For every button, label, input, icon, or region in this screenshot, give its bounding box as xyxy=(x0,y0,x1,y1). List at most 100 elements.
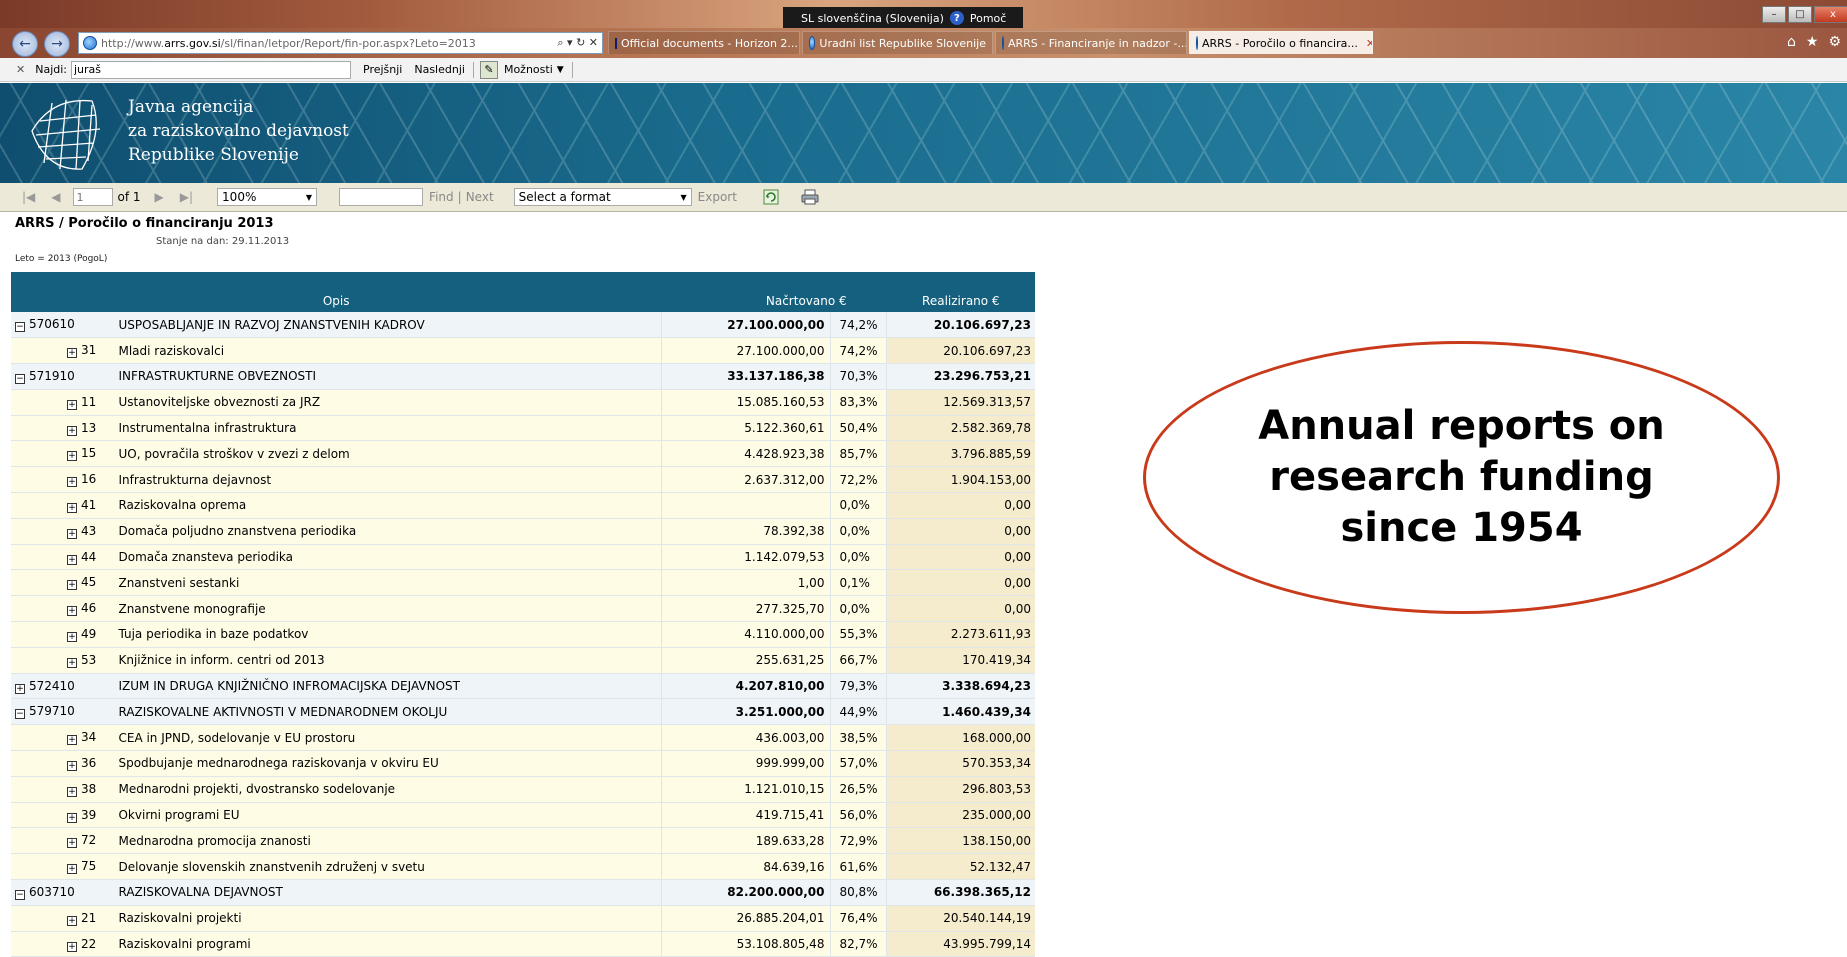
favorites-star-icon[interactable]: ★ xyxy=(1806,34,1819,50)
tab-arrs-financiranje[interactable]: ARRS - Financiranje in nadzor -... xyxy=(995,31,1187,54)
collapse-icon[interactable]: − xyxy=(15,709,25,720)
table-row[interactable]: +53 Knjižnice in inform. centri od 2013 25… xyxy=(11,647,1035,674)
row-code-cell[interactable]: +38 xyxy=(11,776,111,803)
expand-icon[interactable]: + xyxy=(67,554,77,565)
row-code-cell[interactable]: −579710 xyxy=(11,698,111,726)
table-row[interactable]: +49 Tuja periodika in baze podatkov 4.110.… xyxy=(11,621,1035,648)
row-code-cell[interactable]: +16 xyxy=(11,466,111,494)
row-code-cell[interactable]: +75 xyxy=(11,853,111,881)
row-code-cell[interactable]: +49 xyxy=(11,621,111,648)
expand-icon[interactable]: + xyxy=(15,683,25,694)
expand-icon[interactable]: + xyxy=(67,477,77,488)
table-row[interactable]: −603710 RAZISKOVALNA DEJAVNOST 82.200.000,… xyxy=(11,879,1035,906)
minimize-button[interactable]: – xyxy=(1762,6,1786,23)
collapse-icon[interactable]: − xyxy=(15,373,25,384)
tab-horizon[interactable]: Official documents - Horizon 2... xyxy=(608,31,800,54)
expand-icon[interactable]: + xyxy=(67,760,77,771)
row-code-cell[interactable]: +36 xyxy=(11,750,111,777)
table-row[interactable]: +41 Raziskovalna oprema 0,0% 0,00 xyxy=(11,492,1035,519)
close-tab-icon[interactable]: ✕ xyxy=(1366,37,1372,50)
find-previous-button[interactable]: Prejšnji xyxy=(363,63,402,76)
page-number-input[interactable] xyxy=(72,188,113,206)
export-button[interactable]: Export xyxy=(698,190,737,204)
row-code-cell[interactable]: +46 xyxy=(11,595,111,623)
row-code-cell[interactable]: −571910 xyxy=(11,363,111,390)
tab-uradni-list[interactable]: Uradni list Republike Slovenije xyxy=(802,31,993,54)
row-code-cell[interactable]: +44 xyxy=(11,544,111,571)
report-find-button[interactable]: Find xyxy=(429,190,454,204)
row-code-cell[interactable]: +15 xyxy=(11,440,111,468)
export-format-select[interactable]: Select a format ▼ xyxy=(513,188,692,206)
row-code-cell[interactable]: −603710 xyxy=(11,879,111,906)
table-row[interactable]: −579710 RAZISKOVALNE AKTIVNOSTI V MEDNARO… xyxy=(11,698,1035,726)
row-code-cell[interactable]: +45 xyxy=(11,569,111,597)
table-row[interactable]: +43 Domača poljudno znanstvena periodika 7… xyxy=(11,518,1035,545)
expand-icon[interactable]: + xyxy=(67,502,77,513)
table-row[interactable]: +34 CEA in JPND, sodelovanje v EU prostor… xyxy=(11,724,1035,752)
expand-icon[interactable]: + xyxy=(67,864,77,875)
row-code-cell[interactable]: +43 xyxy=(11,518,111,545)
table-row[interactable]: −570610 USPOSABLJANJE IN RAZVOJ ZNANSTVEN… xyxy=(11,312,1035,339)
report-find-input[interactable] xyxy=(339,188,424,206)
find-input[interactable] xyxy=(71,60,351,79)
chevron-down-icon[interactable]: ▼ xyxy=(557,65,564,75)
row-code-cell[interactable]: +21 xyxy=(11,905,111,932)
row-code-cell[interactable]: +41 xyxy=(11,492,111,519)
table-row[interactable]: +44 Domača znansteva periodika 1.142.079,5… xyxy=(11,544,1035,571)
maximize-button[interactable]: □ xyxy=(1788,6,1812,23)
expand-icon[interactable]: + xyxy=(67,451,77,462)
help-label[interactable]: Pomoč xyxy=(970,12,1006,25)
table-row[interactable]: +36 Spodbujanje mednarodnega raziskovanja… xyxy=(11,750,1035,777)
previous-page-icon[interactable]: ◀ xyxy=(51,190,60,204)
row-code-cell[interactable]: +22 xyxy=(11,931,111,957)
last-page-icon[interactable]: ▶| xyxy=(180,190,193,204)
language-bar[interactable]: SL slovenščina (Slovenija) ? Pomoč xyxy=(783,7,1023,29)
table-row[interactable]: +31 Mladi raziskovalci 27.100.000,00 74,2% 2… xyxy=(11,337,1035,365)
row-code-cell[interactable]: +53 xyxy=(11,647,111,674)
expand-icon[interactable]: + xyxy=(67,631,77,642)
table-row[interactable]: +45 Znanstveni sestanki 1,00 0,1% 0,00 xyxy=(11,569,1035,597)
find-next-button[interactable]: Naslednji xyxy=(414,63,465,76)
table-row[interactable]: +16 Infrastrukturna dejavnost 2.637.312,00… xyxy=(11,466,1035,494)
print-icon[interactable] xyxy=(801,189,819,205)
expand-icon[interactable]: + xyxy=(67,580,77,591)
close-find-icon[interactable]: ✕ xyxy=(16,63,25,76)
expand-icon[interactable]: + xyxy=(67,348,77,359)
back-button[interactable]: ← xyxy=(12,31,38,57)
expand-icon[interactable]: + xyxy=(67,915,77,926)
expand-icon[interactable]: + xyxy=(67,735,77,746)
row-code-cell[interactable]: +13 xyxy=(11,415,111,442)
table-row[interactable]: +572410 IZUM IN DRUGA KNJIŽNIČNO INFROMAC… xyxy=(11,673,1035,700)
row-code-cell[interactable]: +34 xyxy=(11,724,111,752)
row-code-cell[interactable]: +572410 xyxy=(11,673,111,700)
help-icon[interactable]: ? xyxy=(949,11,964,25)
language-label[interactable]: SL slovenščina (Slovenija) xyxy=(801,12,944,25)
settings-gear-icon[interactable]: ⚙ xyxy=(1828,34,1841,50)
zoom-select[interactable]: 100% ▼ xyxy=(217,188,318,206)
next-page-icon[interactable]: ▶ xyxy=(155,190,164,204)
address-tools-icon[interactable]: ⌕ ▾ ↻ ✕ xyxy=(557,36,598,50)
row-code-cell[interactable]: +31 xyxy=(11,337,111,365)
table-row[interactable]: −571910 INFRASTRUKTURNE OBVEZNOSTI 33.137.… xyxy=(11,363,1035,390)
row-code-cell[interactable]: +11 xyxy=(11,389,111,416)
close-window-button[interactable]: x xyxy=(1814,6,1847,23)
table-row[interactable]: +15 UO, povračila stroškov v zvezi z delo… xyxy=(11,440,1035,468)
table-row[interactable]: +13 Instrumentalna infrastruktura 5.122.36… xyxy=(11,415,1035,442)
first-page-icon[interactable]: |◀ xyxy=(22,190,35,204)
expand-icon[interactable]: + xyxy=(67,606,77,617)
expand-icon[interactable]: + xyxy=(67,528,77,539)
table-row[interactable]: +72 Mednarodna promocija znanosti 189.633,… xyxy=(11,827,1035,855)
table-row[interactable]: +46 Znanstvene monografije 277.325,70 0,0% 0… xyxy=(11,595,1035,623)
table-row[interactable]: +11 Ustanoviteljske obveznosti za JRZ 15.0… xyxy=(11,389,1035,416)
row-code-cell[interactable]: +39 xyxy=(11,802,111,829)
refresh-icon[interactable] xyxy=(763,189,779,205)
table-row[interactable]: +21 Raziskovalni projekti 26.885.204,01 76,… xyxy=(11,905,1035,932)
table-row[interactable]: +75 Delovanje slovenskih znanstvenih zdru… xyxy=(11,853,1035,881)
row-code-cell[interactable]: +72 xyxy=(11,827,111,855)
expand-icon[interactable]: + xyxy=(67,812,77,823)
tab-arrs-porocilo[interactable]: ARRS - Poročilo o financira... ✕ xyxy=(1189,31,1373,54)
expand-icon[interactable]: + xyxy=(67,786,77,797)
collapse-icon[interactable]: − xyxy=(15,322,25,333)
home-icon[interactable]: ⌂ xyxy=(1787,34,1796,50)
row-code-cell[interactable]: −570610 xyxy=(11,312,111,339)
